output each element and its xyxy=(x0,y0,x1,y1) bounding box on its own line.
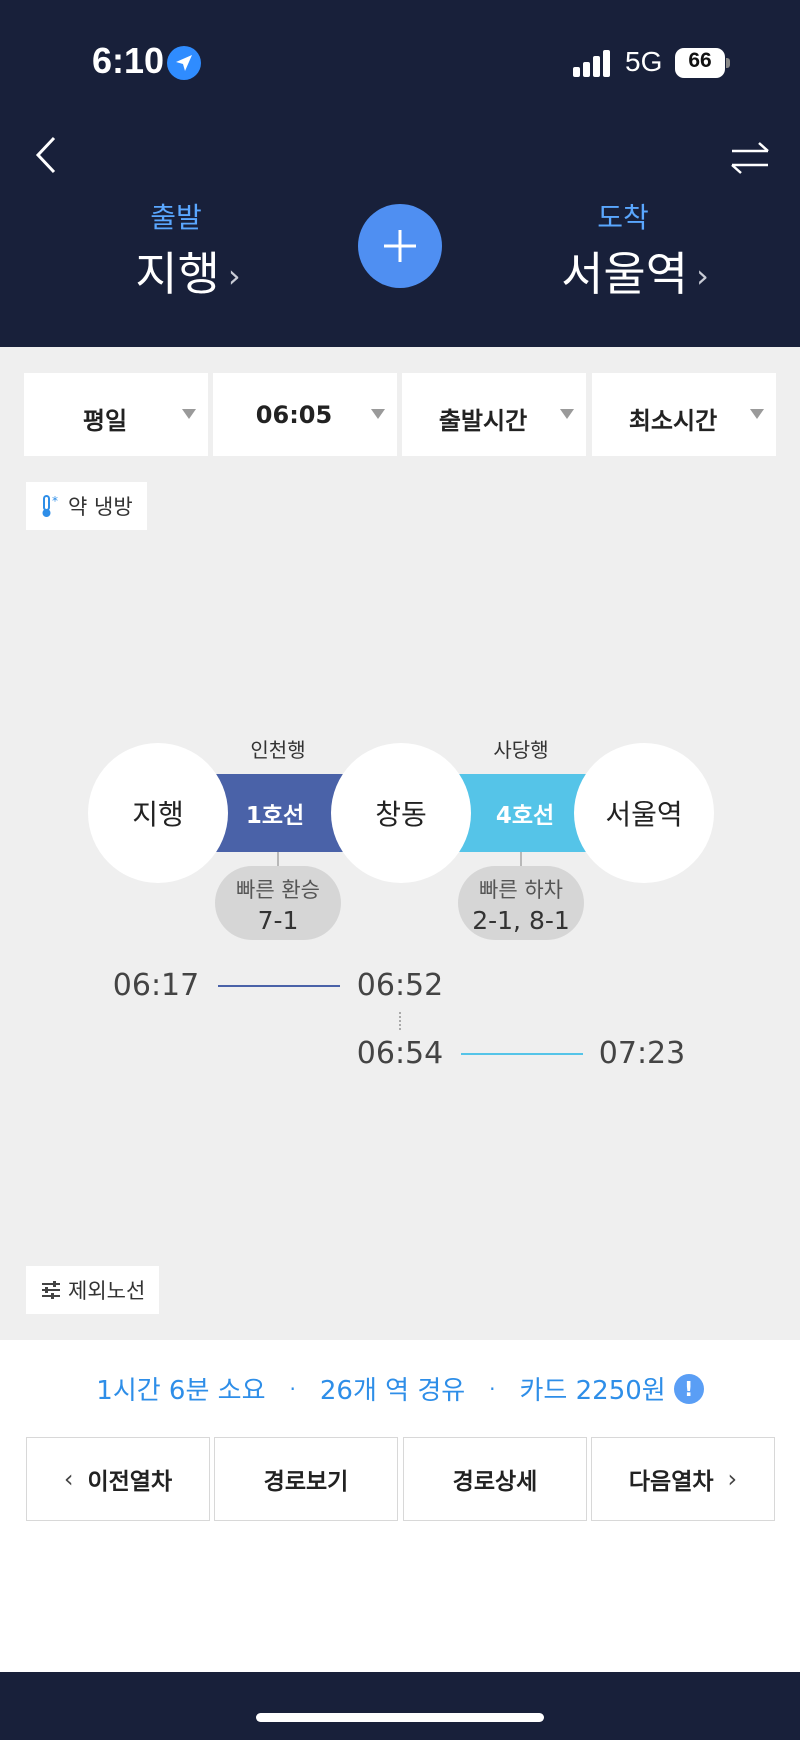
fast-exit-tip: 빠른 하차 2-1, 8-1 xyxy=(458,866,584,940)
station-transfer[interactable]: 창동 xyxy=(331,743,471,883)
chevron-left-icon: ‹ xyxy=(63,1465,74,1493)
time-mode-select[interactable]: 출발시간 xyxy=(402,373,586,456)
aircon-chip[interactable]: * 약 냉방 xyxy=(26,482,147,530)
thermometer-snowflake-icon: * xyxy=(42,494,58,517)
svg-text:*: * xyxy=(52,494,58,508)
station-destination-name: 서울역 xyxy=(605,798,683,831)
line1-depart-time: 06:17 xyxy=(112,968,200,1003)
fare-text: 카드 2250원 xyxy=(519,1376,666,1406)
station-origin-name: 지행 xyxy=(132,798,184,831)
stops-text: 26개 역 경유 xyxy=(319,1376,466,1406)
network-type: 5G xyxy=(625,46,663,77)
route-view-label: 경로보기 xyxy=(263,1469,349,1495)
exclude-lines-label: 제외노선 xyxy=(68,1279,146,1303)
station-transfer-name: 창동 xyxy=(375,798,427,831)
origin-station-button[interactable]: 지행 › xyxy=(58,238,318,304)
fast-transfer-tip: 빠른 환승 7-1 xyxy=(215,866,341,940)
fast-exit-value: 2-1, 8-1 xyxy=(472,906,570,935)
fast-transfer-title: 빠른 환승 xyxy=(236,878,320,902)
dropdown-triangle-icon xyxy=(182,409,196,419)
exclude-lines-button[interactable]: 제외노선 xyxy=(26,1266,160,1314)
line4-direction: 사당행 xyxy=(493,738,549,762)
fast-exit-title: 빠른 하차 xyxy=(479,878,563,902)
add-waypoint-button[interactable] xyxy=(358,204,442,288)
status-bar: 6:10 5G 66 xyxy=(0,0,800,120)
station-origin[interactable]: 지행 xyxy=(88,743,228,883)
route-detail-label: 경로상세 xyxy=(452,1469,538,1495)
dropdown-triangle-icon xyxy=(371,409,385,419)
line1-direction: 인천행 xyxy=(250,738,306,762)
day-type-select[interactable]: 평일 xyxy=(24,373,208,456)
station-destination[interactable]: 서울역 xyxy=(574,743,714,883)
next-train-button[interactable]: 다음열차 › xyxy=(591,1437,775,1521)
time-select[interactable]: 06:05 xyxy=(213,373,397,456)
sort-value: 최소시간 xyxy=(628,407,718,435)
route-view-button[interactable]: 경로보기 xyxy=(214,1437,398,1521)
filter-bar: 평일 06:05 출발시간 최소시간 xyxy=(24,373,776,456)
dropdown-triangle-icon xyxy=(560,409,574,419)
day-type-value: 평일 xyxy=(82,407,128,435)
bottom-sheet: 1시간 6분 소요 · 26개 역 경유 · 카드 2250원 ! ‹ 이전열차… xyxy=(0,1340,800,1672)
header: 6:10 5G 66 출발 지행 › 도착 서울역 › xyxy=(0,0,800,347)
battery-level: 66 xyxy=(688,49,712,72)
line1-label: 1호선 xyxy=(245,803,305,829)
home-indicator-area xyxy=(0,1672,800,1740)
battery-cap xyxy=(726,58,730,68)
next-train-label: 다음열차 xyxy=(628,1469,714,1495)
line1-timeline xyxy=(218,985,340,987)
chevron-right-icon: › xyxy=(696,257,709,295)
prev-train-button[interactable]: ‹ 이전열차 xyxy=(26,1437,210,1521)
prev-train-label: 이전열차 xyxy=(87,1469,173,1495)
chevron-right-icon: › xyxy=(227,257,241,295)
line4-label: 4호선 xyxy=(495,803,555,829)
dropdown-triangle-icon xyxy=(750,409,764,419)
time-value: 06:05 xyxy=(255,401,333,429)
destination-station-name: 서울역 xyxy=(561,247,689,301)
back-button[interactable] xyxy=(30,132,64,178)
route-detail-button[interactable]: 경로상세 xyxy=(403,1437,587,1521)
chevron-right-icon: › xyxy=(727,1465,738,1493)
origin-station-name: 지행 xyxy=(135,247,220,301)
transfer-dots xyxy=(399,1012,401,1030)
info-icon[interactable]: ! xyxy=(673,1373,704,1404)
summary-separator: · xyxy=(489,1376,496,1401)
sliders-icon xyxy=(42,1281,60,1299)
destination-station-button[interactable]: 서울역 › xyxy=(505,238,765,304)
line1-arrive-time: 06:52 xyxy=(356,968,444,1003)
location-arrow-icon xyxy=(167,46,201,80)
summary-separator: · xyxy=(289,1376,296,1401)
swap-icon[interactable] xyxy=(728,140,772,176)
route-summary: 1시간 6분 소요 · 26개 역 경유 · 카드 2250원 ! xyxy=(0,1370,800,1407)
fast-transfer-value: 7-1 xyxy=(257,906,299,935)
duration-text: 1시간 6분 소요 xyxy=(96,1376,266,1406)
aircon-label: 약 냉방 xyxy=(68,495,133,519)
line4-timeline xyxy=(461,1053,583,1055)
line4-arrive-time: 07:23 xyxy=(598,1036,686,1071)
line4-depart-time: 06:54 xyxy=(356,1036,444,1071)
destination-label: 도착 xyxy=(597,201,649,234)
cellular-signal-icon xyxy=(573,49,613,77)
sort-select[interactable]: 최소시간 xyxy=(592,373,776,456)
status-time: 6:10 xyxy=(92,40,165,81)
origin-label: 출발 xyxy=(150,201,202,234)
time-mode-value: 출발시간 xyxy=(438,407,528,435)
home-indicator[interactable] xyxy=(256,1713,544,1722)
